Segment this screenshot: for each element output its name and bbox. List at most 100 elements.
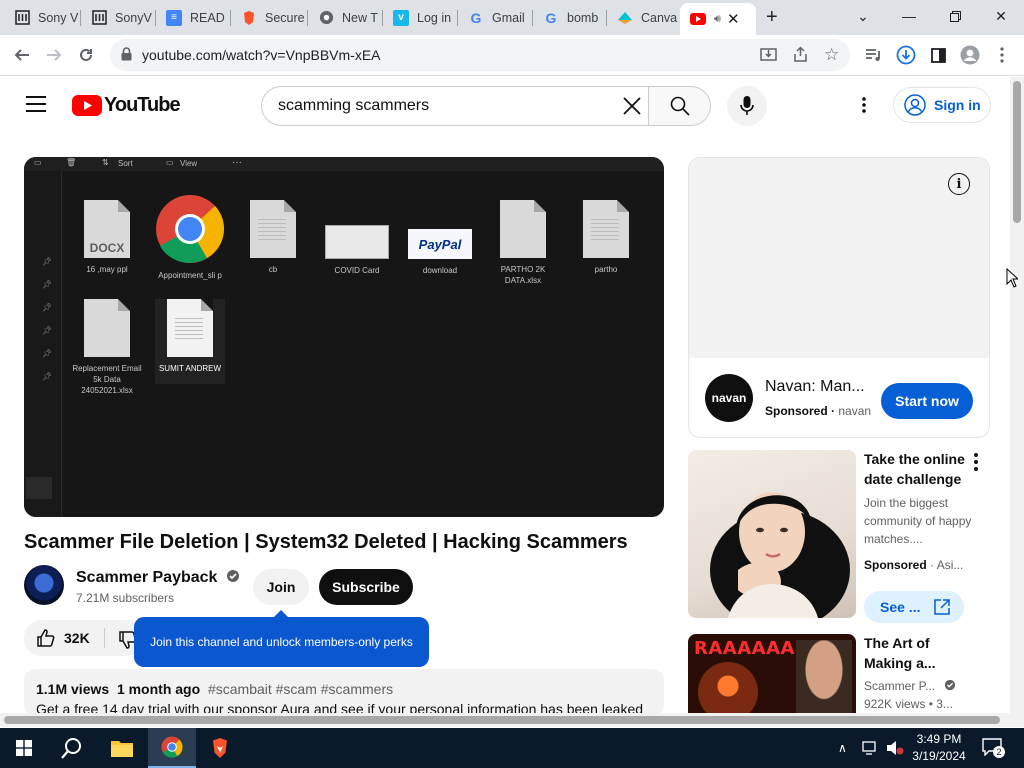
browser-menu-icon[interactable] [988, 41, 1016, 69]
notification-center-icon[interactable]: 2 [982, 738, 1005, 761]
see-more-button[interactable]: See ... [864, 591, 964, 623]
clear-search-icon[interactable] [622, 96, 642, 121]
taskbar-clock[interactable]: 3:49 PM 3/19/2024 [904, 731, 974, 765]
tab-sony-1[interactable]: Sony V [4, 4, 81, 31]
tab-close-icon[interactable]: ✕ [727, 10, 740, 28]
hamburger-menu-icon[interactable] [26, 96, 46, 117]
explorer-sidebar: 📌︎ 📌︎ 📌︎ 📌︎ 📌︎ 📌︎ [24, 171, 62, 517]
vimeo-icon: v [393, 9, 409, 26]
tab-canva[interactable]: Canva [607, 4, 682, 31]
woman-portrait-image [710, 492, 850, 618]
advertiser-logo[interactable]: navan [705, 374, 753, 422]
media-controls-icon[interactable] [860, 41, 888, 69]
forward-icon[interactable] [40, 41, 68, 69]
description-box[interactable]: 1.1M views 1 month ago #scambait #scam #… [24, 669, 664, 717]
file-item: COVID Card [322, 225, 392, 276]
notification-count: 2 [993, 746, 1005, 758]
tab-secure[interactable]: Secure [231, 4, 308, 31]
reload-icon[interactable] [72, 41, 100, 69]
like-icon[interactable] [36, 628, 56, 653]
dating-ad-thumbnail[interactable] [688, 450, 856, 618]
channel-name[interactable]: Scammer Payback [76, 569, 240, 587]
address-bar[interactable]: youtube.com/watch?v=VnpBBVm-xEA ☆ [110, 39, 850, 71]
ad-banner[interactable] [689, 158, 989, 358]
profile-icon[interactable] [956, 41, 984, 69]
video-player[interactable]: ▭ 🗑︎ ⇅ Sort ▭ View ··· 📌︎ 📌︎ 📌︎ 📌︎ 📌︎ 📌︎… [24, 157, 664, 517]
tab-gmail[interactable]: G Gmail [458, 4, 533, 31]
horizontal-scrollbar[interactable] [0, 713, 1010, 727]
network-icon[interactable] [862, 740, 880, 761]
pin-icon: 📌︎ [42, 372, 53, 381]
tab-new[interactable]: New T [308, 4, 383, 31]
download-icon[interactable] [892, 41, 920, 69]
ad-title[interactable]: Navan: Man... [765, 378, 865, 396]
sponsored-ad-card[interactable]: i navan Navan: Man... Sponsored · navan … [688, 157, 990, 438]
tab-read[interactable]: ≡ READ [156, 4, 231, 31]
volume-muted-icon[interactable] [886, 740, 904, 761]
subscribe-button[interactable]: Subscribe [319, 569, 413, 605]
tab-title: Gmail [492, 10, 525, 25]
tab-sony-2[interactable]: SonyV [81, 4, 156, 31]
brave-taskbar-icon[interactable] [196, 728, 244, 768]
side-panel-icon[interactable] [924, 41, 952, 69]
tab-bomb[interactable]: G bomb [533, 4, 607, 31]
like-divider [104, 628, 105, 648]
more-actions-icon[interactable] [968, 452, 984, 472]
settings-kebab-icon[interactable] [862, 97, 866, 118]
minimize-icon[interactable]: — [886, 0, 932, 32]
tab-youtube-active[interactable]: 🔊︎ ✕ [680, 3, 756, 35]
sort-icon: ⇅ [102, 158, 109, 167]
related-video-thumbnail[interactable]: RAAAAAAGE [688, 634, 856, 714]
start-now-button[interactable]: Start now [881, 383, 973, 419]
new-tab-button[interactable]: + [766, 6, 778, 29]
taskbar-search-icon[interactable] [48, 728, 96, 768]
related-video-title[interactable]: The Art of Making a... [864, 633, 974, 673]
explorer-toolbar: ▭ 🗑︎ ⇅ Sort ▭ View ··· [24, 157, 664, 171]
video-title: Scammer File Deletion | System32 Deleted… [24, 531, 628, 553]
restore-icon[interactable] [932, 0, 978, 32]
file-explorer-icon[interactable] [98, 728, 146, 768]
youtube-masthead: YouTube scamming scammers Sign in [0, 77, 1010, 133]
audio-playing-icon[interactable]: 🔊︎ [714, 13, 721, 26]
voice-search-button[interactable] [727, 86, 767, 126]
search-button[interactable] [648, 86, 711, 126]
share-icon[interactable] [792, 46, 809, 68]
tab-login[interactable]: v Log in [383, 4, 458, 31]
tab-search-icon[interactable]: ⌄ [840, 0, 886, 32]
delete-icon: 🗑︎ [66, 158, 77, 167]
url-text[interactable]: youtube.com/watch?v=VnpBBVm-xEA [142, 47, 381, 63]
bookmark-star-icon[interactable]: ☆ [824, 45, 839, 65]
verified-icon [226, 570, 239, 582]
youtube-logo[interactable]: YouTube [72, 94, 181, 117]
back-icon[interactable] [8, 41, 36, 69]
sign-in-label: Sign in [934, 97, 981, 113]
vertical-scrollbar[interactable] [1010, 77, 1024, 727]
text-file-icon [167, 299, 213, 357]
tab-title: SonyV [115, 10, 152, 25]
join-button[interactable]: Join [253, 569, 309, 605]
search-input[interactable]: scamming scammers [261, 86, 649, 126]
like-count[interactable]: 32K [64, 630, 90, 646]
file-name: partho [594, 265, 618, 274]
view-icon: ▭ [166, 158, 174, 167]
lock-icon[interactable] [121, 47, 132, 66]
channel-avatar[interactable] [24, 565, 64, 605]
channel-name-text[interactable]: Scammer Payback [76, 569, 217, 586]
install-app-icon[interactable] [760, 46, 777, 68]
windows-start-icon[interactable] [0, 728, 48, 768]
sidebar-item-title[interactable]: Take the online date challenge [864, 449, 974, 489]
chrome-taskbar-icon[interactable] [148, 728, 196, 768]
upload-age: 1 month ago [116, 681, 201, 697]
close-window-icon[interactable]: ✕ [978, 0, 1024, 32]
docx-file-icon: DOCX [84, 200, 130, 258]
see-more-label: See ... [880, 599, 921, 615]
sign-in-button[interactable]: Sign in [893, 87, 991, 123]
hashtags[interactable]: #scambait #scam #scammers [208, 681, 393, 697]
ad-sponsored-line: Sponsored · navan [765, 404, 872, 418]
vertical-scroll-thumb[interactable] [1013, 81, 1021, 223]
show-hidden-icons[interactable]: ∧ [838, 741, 847, 755]
search-input-value[interactable]: scamming scammers [278, 97, 429, 115]
pin-icon: 📌︎ [42, 280, 53, 289]
horizontal-scroll-thumb[interactable] [4, 716, 1000, 724]
ad-info-icon[interactable]: i [948, 173, 970, 195]
